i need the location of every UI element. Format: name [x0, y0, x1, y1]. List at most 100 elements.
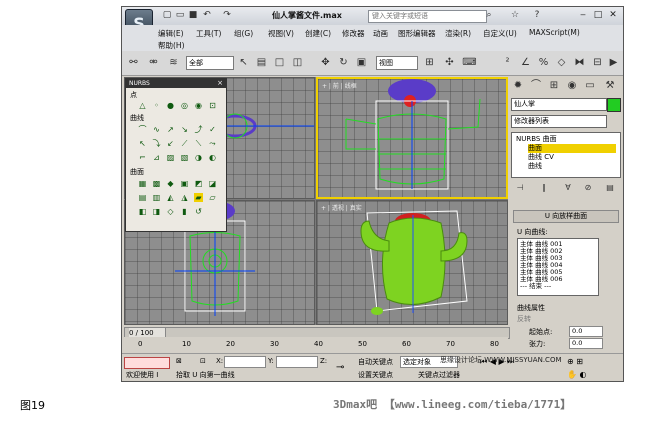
surface-tool-icon[interactable]: ◮	[180, 193, 189, 202]
close-button[interactable]: ✕	[607, 10, 619, 20]
stack-item-surface[interactable]: 曲面	[528, 144, 616, 153]
surface-tool-icon[interactable]: ◩	[194, 179, 203, 188]
curve-tool-icon[interactable]: ↗	[166, 125, 175, 134]
surface-tool-icon[interactable]: ◧	[138, 207, 147, 216]
curve-tool-icon[interactable]: ⌐	[138, 153, 147, 162]
spinner-snap-icon[interactable]: ◇	[554, 55, 569, 70]
curve-tool-icon[interactable]: ▧	[180, 153, 189, 162]
curve-tool-icon[interactable]: ◐	[208, 153, 217, 162]
display-tab-icon[interactable]: ▭	[583, 79, 597, 93]
point-tool-icon[interactable]: △	[138, 101, 147, 110]
rectangle-selection-icon[interactable]: □	[272, 55, 287, 70]
mirror-icon[interactable]: ⧓	[572, 55, 587, 70]
open-file-icon[interactable]: ▭	[175, 10, 185, 20]
x-coord-field[interactable]	[224, 356, 266, 368]
menu-tools[interactable]: 工具(T)	[196, 28, 221, 39]
navigation-zoom-icon[interactable]: ⊕ ⊞	[567, 357, 583, 366]
maximize-button[interactable]: □	[592, 10, 604, 20]
menu-customize[interactable]: 自定义(U)	[483, 28, 517, 39]
bind-spacewarp-icon[interactable]: ≋	[166, 55, 181, 70]
menu-graph-editors[interactable]: 图形编辑器	[398, 28, 436, 39]
viewport-front[interactable]: + | 前 | 线框	[316, 77, 508, 199]
track-bar[interactable]: 0 10 20 30 40 50 60 70 80	[124, 337, 508, 351]
remove-modifier-icon[interactable]: ⊘	[581, 181, 595, 195]
configure-sets-icon[interactable]: ▤	[603, 181, 617, 195]
surface-tool-icon[interactable]: ◨	[152, 207, 161, 216]
menu-help[interactable]: 帮助(H)	[158, 40, 185, 51]
redo-icon[interactable]: ↷	[222, 10, 232, 20]
maxscript-listener[interactable]	[124, 357, 170, 369]
menu-maxscript[interactable]: MAXScript(M)	[529, 28, 580, 37]
point-tool-icon[interactable]: ◦	[152, 101, 161, 110]
set-key-button[interactable]: 设置关键点	[358, 370, 393, 380]
menu-edit[interactable]: 编辑(E)	[158, 28, 184, 39]
surface-tool-icon[interactable]: ▣	[180, 179, 189, 188]
curve-tool-icon[interactable]: ⟋	[180, 139, 189, 148]
menu-modifiers[interactable]: 修改器	[342, 28, 365, 39]
curve-tool-icon[interactable]: ⤵	[152, 139, 161, 148]
surface-tool-icon[interactable]: ▮	[180, 207, 189, 216]
absolute-mode-icon[interactable]: ⊡	[200, 357, 206, 365]
reverse-checkbox[interactable]: 反转	[517, 314, 531, 324]
align-icon[interactable]: ⊟	[590, 55, 605, 70]
undo-icon[interactable]: ↶	[202, 10, 212, 20]
u-loft-surface-icon[interactable]: ▰	[194, 193, 203, 202]
curve-tool-icon[interactable]: ▨	[166, 153, 175, 162]
object-name-field[interactable]: 仙人掌	[511, 98, 607, 111]
angle-snap-icon[interactable]: ∠	[518, 55, 533, 70]
menu-animation[interactable]: 动画	[373, 28, 388, 39]
select-object-icon[interactable]: ↖	[236, 55, 251, 70]
surface-tool-icon[interactable]: ▤	[138, 193, 147, 202]
point-tool-icon[interactable]: ●	[166, 101, 175, 110]
rollout-u-loft-surface[interactable]: U 向放样曲面	[513, 210, 619, 223]
point-tool-icon[interactable]: ◉	[194, 101, 203, 110]
curve-tool-icon[interactable]: ∿	[152, 125, 161, 134]
curve-tool-icon[interactable]: ⊿	[152, 153, 161, 162]
curve-tool-icon[interactable]: ⟍	[194, 139, 203, 148]
window-crossing-icon[interactable]: ◫	[290, 55, 305, 70]
navigation-pan-icon[interactable]: ✋ ◐	[567, 370, 586, 379]
menu-create[interactable]: 创建(C)	[305, 28, 331, 39]
surface-tool-icon[interactable]: ▥	[152, 193, 161, 202]
link-icon[interactable]: ⚯	[126, 55, 141, 70]
curve-tool-icon[interactable]: ↘	[180, 125, 189, 134]
rotate-icon[interactable]: ↻	[336, 55, 351, 70]
motion-tab-icon[interactable]: ◉	[565, 79, 579, 93]
menu-views[interactable]: 视图(V)	[268, 28, 294, 39]
selection-filter-dropdown[interactable]: 全部	[186, 56, 234, 70]
show-end-result-icon[interactable]: ∥	[537, 181, 551, 195]
object-color-swatch[interactable]	[607, 98, 621, 112]
stack-item-curve-cv[interactable]: 曲线 CV	[528, 153, 554, 162]
percent-snap-icon[interactable]: %	[536, 55, 551, 70]
snap-icon[interactable]: ²	[500, 55, 515, 70]
curve-tool-icon[interactable]: ↙	[166, 139, 175, 148]
pin-stack-icon[interactable]: ⊣	[513, 181, 527, 195]
curve-tool-icon[interactable]: ⤴	[194, 125, 203, 134]
minimize-button[interactable]: ‒	[577, 10, 589, 20]
surface-tool-icon[interactable]: ▦	[138, 179, 147, 188]
curve-tool-icon[interactable]: ✓	[208, 125, 217, 134]
tension-spinner[interactable]: 0.0	[569, 338, 603, 349]
select-by-name-icon[interactable]: ▤	[254, 55, 269, 70]
modifier-list-dropdown[interactable]: 修改器列表	[511, 115, 607, 128]
stack-item-curve[interactable]: 曲线	[528, 162, 542, 171]
make-unique-icon[interactable]: ∀	[561, 181, 575, 195]
surface-tool-icon[interactable]: ◪	[208, 179, 217, 188]
reference-coord-dropdown[interactable]: 视图	[376, 56, 418, 70]
save-icon[interactable]: ■	[188, 10, 198, 20]
surface-tool-icon[interactable]: ◆	[166, 179, 175, 188]
move-icon[interactable]: ✥	[318, 55, 333, 70]
render-icon[interactable]: ▶	[606, 55, 621, 70]
search-input[interactable]: 键入关键字或短语	[368, 10, 487, 23]
y-coord-field[interactable]	[276, 356, 318, 368]
create-tab-icon[interactable]: ✹	[511, 79, 525, 93]
point-tool-icon[interactable]: ⊡	[208, 101, 217, 110]
menu-rendering[interactable]: 渲染(R)	[445, 28, 471, 39]
curve-tool-icon[interactable]: ↖	[138, 139, 147, 148]
key-icon[interactable]: ⊸	[336, 362, 344, 373]
surface-tool-icon[interactable]: ▱	[208, 193, 217, 202]
surface-tool-icon[interactable]: ▩	[152, 179, 161, 188]
key-filters-button[interactable]: 关键点过滤器	[418, 370, 460, 380]
u-curves-list[interactable]: 主体 曲线 001 主体 曲线 002 主体 曲线 003 主体 曲线 004 …	[517, 238, 599, 296]
pivot-center-icon[interactable]: ⊞	[422, 55, 437, 70]
